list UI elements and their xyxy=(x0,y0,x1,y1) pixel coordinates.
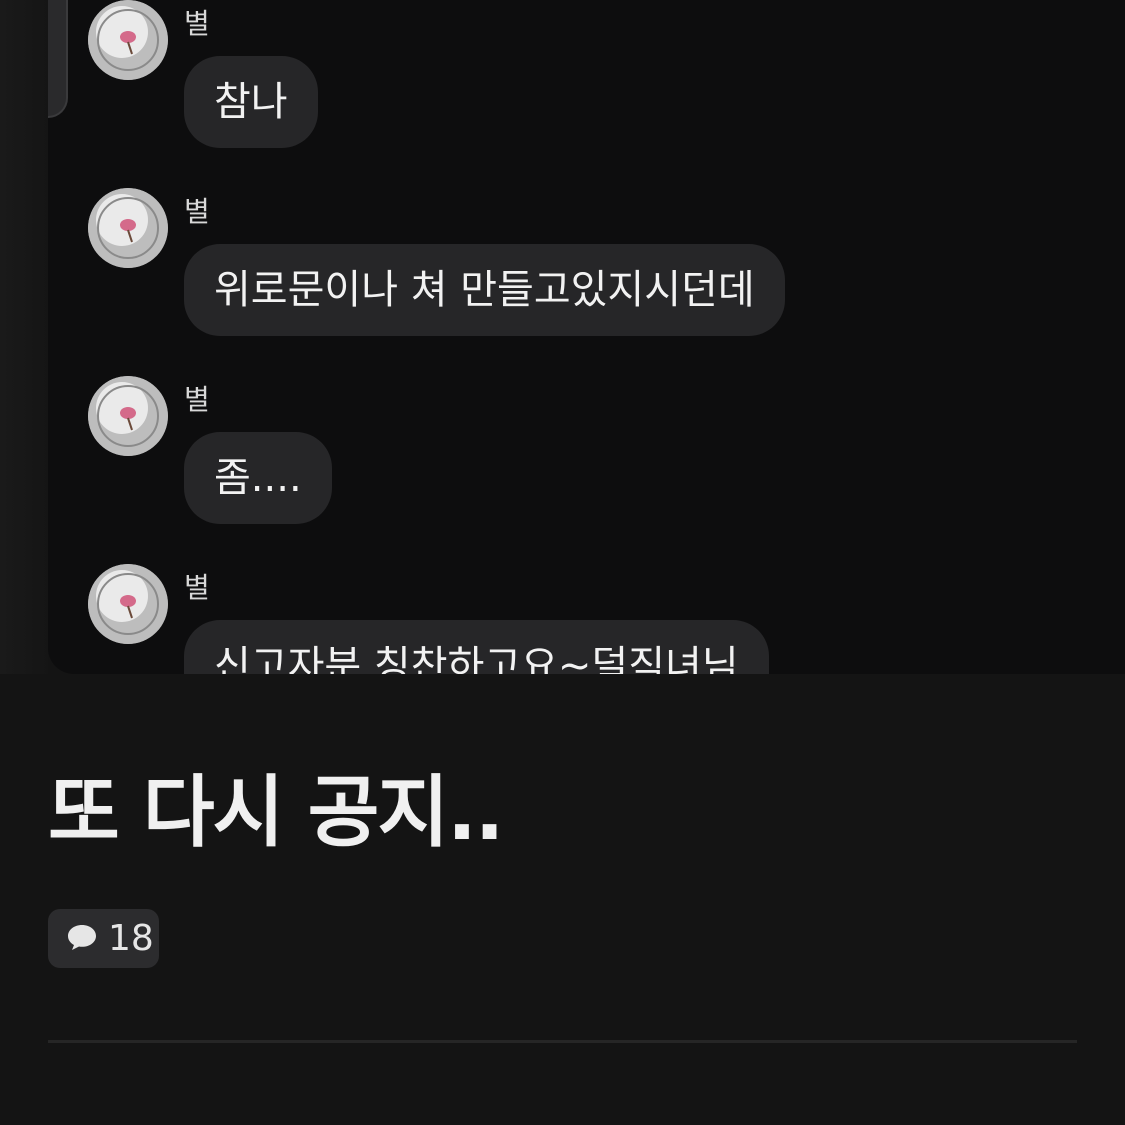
post-title[interactable]: 또 다시 공지.. xyxy=(48,750,504,862)
sender-name: 별 xyxy=(184,195,210,228)
sender-avatar xyxy=(88,188,168,268)
sender-avatar xyxy=(88,0,168,80)
overlapping-card-edge xyxy=(48,0,68,118)
background-panel xyxy=(0,0,48,674)
speech-bubble-icon xyxy=(66,922,98,956)
sender-name: 별 xyxy=(184,571,210,604)
sender-avatar xyxy=(88,376,168,456)
comment-count-button[interactable]: 18 xyxy=(48,909,159,968)
comment-count: 18 xyxy=(108,918,154,959)
sender-name: 별 xyxy=(184,7,210,40)
chat-screenshot[interactable]: 별 참나 별 위로문이나 쳐 만들고있지시던데 별 좀.... 별 신고자분 칭… xyxy=(48,0,1125,674)
message-bubble: 참나 xyxy=(184,56,318,148)
sender-avatar xyxy=(88,564,168,644)
message-bubble: 신고자분 칭찬하고요~덜직녀님 xyxy=(184,620,769,674)
message-bubble: 위로문이나 쳐 만들고있지시던데 xyxy=(184,244,785,336)
message-bubble: 좀.... xyxy=(184,432,332,524)
sender-name: 별 xyxy=(184,383,210,416)
divider xyxy=(48,1040,1077,1043)
post-card[interactable]: 별 참나 별 위로문이나 쳐 만들고있지시던데 별 좀.... 별 신고자분 칭… xyxy=(0,0,1125,1125)
